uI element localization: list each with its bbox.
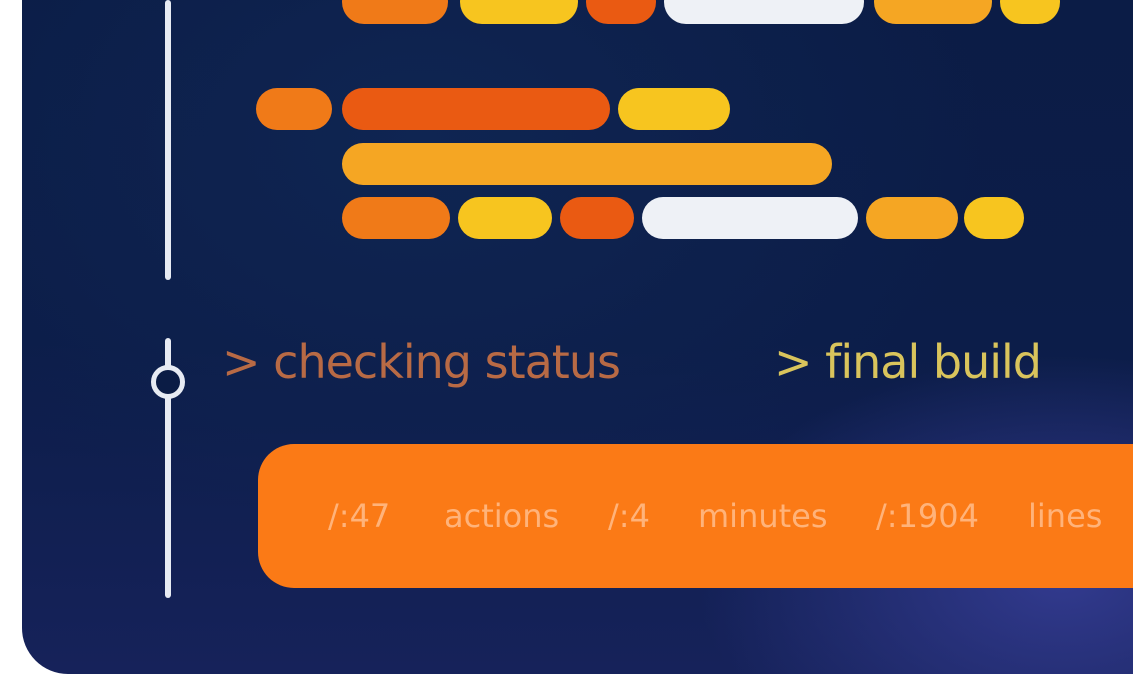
minutes-unit: minutes	[698, 497, 828, 535]
code-bar	[560, 197, 634, 239]
code-bar	[618, 88, 730, 130]
checking-status-label: > checking status	[222, 334, 621, 390]
stats-bar: /:47 actions /:4 minutes /:1904 lines	[258, 444, 1133, 588]
timeline-line-top	[165, 0, 171, 280]
code-bar	[874, 0, 992, 24]
code-bar	[964, 197, 1024, 239]
code-bar	[642, 197, 858, 239]
code-bar	[866, 197, 958, 239]
actions-unit: actions	[444, 497, 560, 535]
build-text: final build	[825, 335, 1042, 389]
code-bar	[342, 143, 832, 185]
status-prompt: >	[222, 335, 261, 389]
code-bar	[342, 0, 448, 24]
code-bar	[586, 0, 656, 24]
code-bar	[460, 0, 578, 24]
lines-unit: lines	[1028, 497, 1103, 535]
circle-node-icon	[151, 365, 185, 399]
code-bar	[256, 88, 332, 130]
screenshot-stage: > checking status > final build /:47 act…	[0, 0, 1133, 676]
code-bar	[664, 0, 864, 24]
code-bar	[342, 197, 450, 239]
lines-count: /:1904	[876, 497, 979, 535]
status-text: checking status	[273, 335, 621, 389]
minutes-count: /:4	[608, 497, 650, 535]
code-bar	[342, 88, 610, 130]
final-build-label: > final build	[774, 334, 1042, 390]
build-prompt: >	[774, 335, 813, 389]
actions-count: /:47	[328, 497, 391, 535]
code-bar	[458, 197, 552, 239]
